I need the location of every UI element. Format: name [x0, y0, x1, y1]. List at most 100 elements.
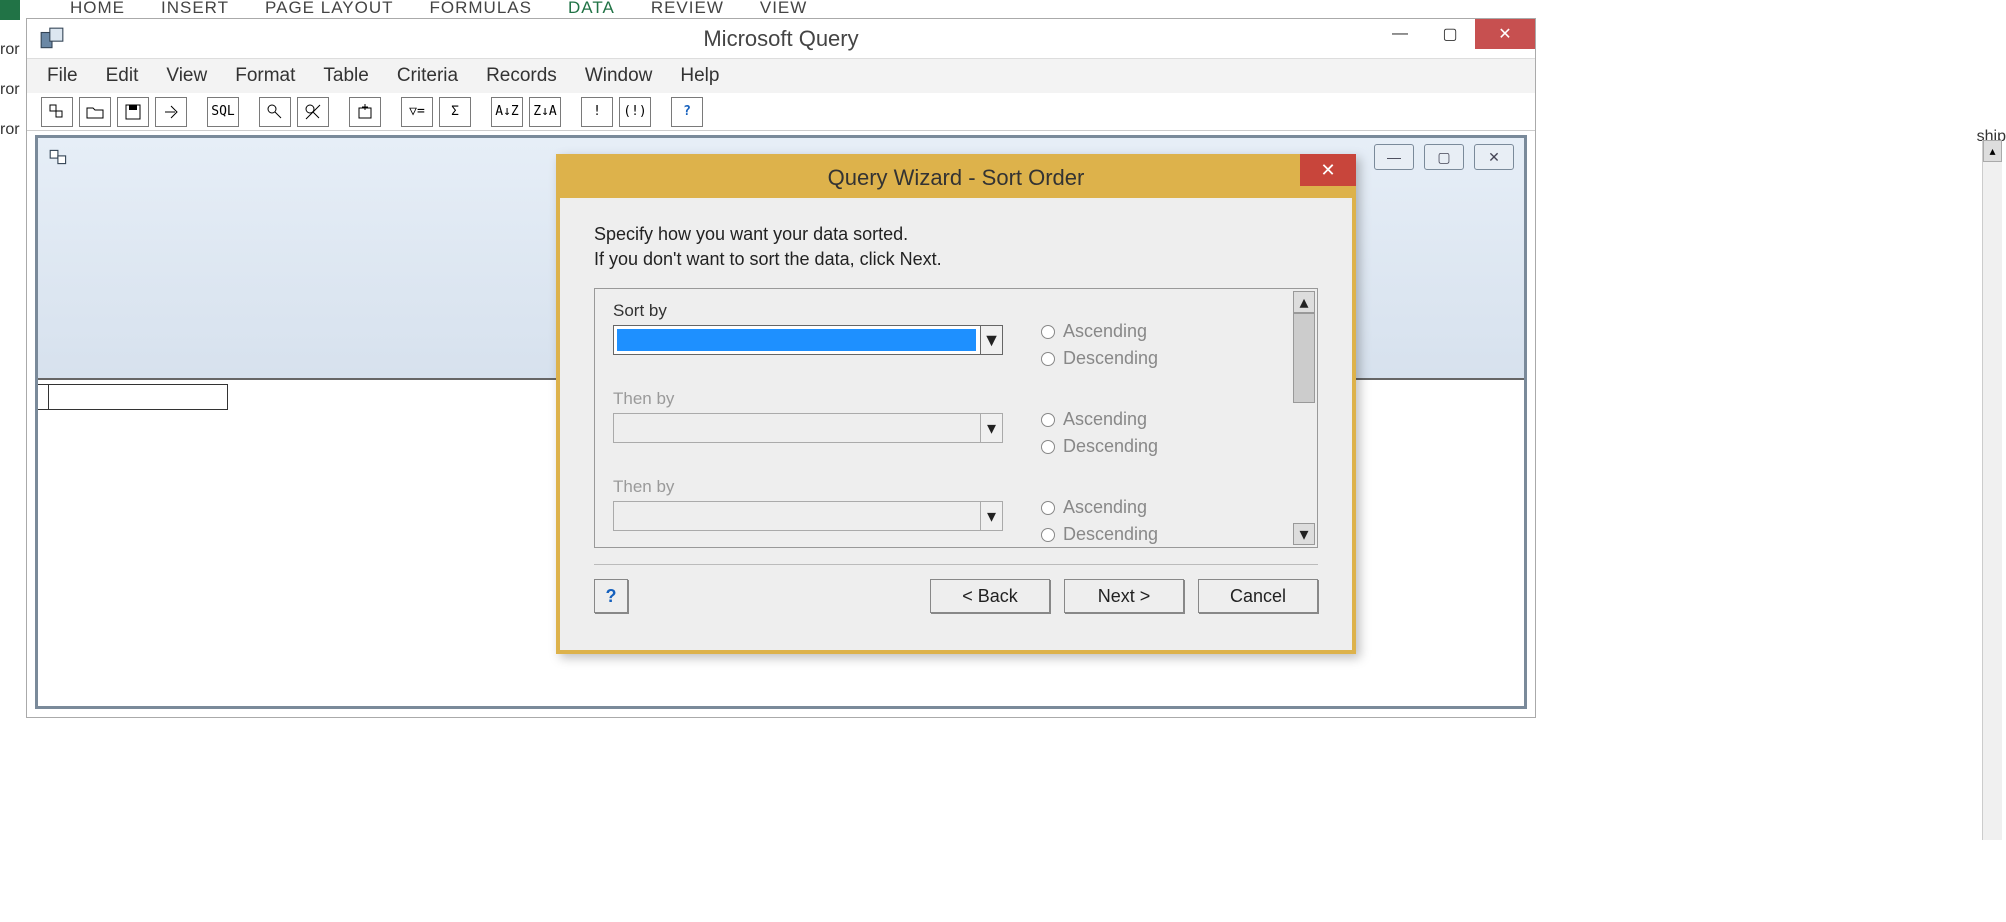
menu-criteria[interactable]: Criteria: [397, 65, 458, 87]
show-tables-icon[interactable]: [259, 97, 291, 127]
radio-label: Descending: [1063, 524, 1158, 545]
toolbar-separator: [335, 97, 343, 127]
return-data-icon[interactable]: [155, 97, 187, 127]
wizard-separator: [594, 564, 1318, 565]
sort2-ascending-radio: Ascending: [1041, 409, 1158, 430]
wizard-instruction-1: Specify how you want your data sorted.: [594, 224, 1318, 245]
then-by-label: Then by: [613, 389, 1013, 409]
edge-text: ror: [0, 70, 20, 110]
scroll-up-arrow-icon[interactable]: ▴: [1293, 291, 1315, 313]
sort-by-value: [617, 329, 976, 351]
excel-ribbon-tabs: HOME INSERT PAGE LAYOUT FORMULAS DATA RE…: [0, 0, 807, 18]
sort2-descending-radio: Descending: [1041, 436, 1158, 457]
ribbon-tab-review[interactable]: REVIEW: [651, 0, 724, 18]
criteria-equals-icon[interactable]: ▽=: [401, 97, 433, 127]
next-button[interactable]: Next >: [1064, 579, 1184, 613]
sort-descending-icon[interactable]: Z↓A: [529, 97, 561, 127]
close-button[interactable]: ✕: [1475, 19, 1535, 49]
sort-row-2: Then by ▾ Ascending Descending: [613, 389, 1287, 457]
toolbar-separator: [477, 97, 485, 127]
ribbon-tab-page-layout[interactable]: PAGE LAYOUT: [265, 0, 393, 18]
page-vertical-scrollbar[interactable]: ▴: [1982, 140, 2002, 840]
ribbon-tab-home[interactable]: HOME: [70, 0, 125, 18]
mdi-restore-button[interactable]: ▢: [1424, 144, 1464, 170]
sort-by-combo[interactable]: ▼: [613, 325, 1003, 355]
sort3-ascending-radio: Ascending: [1041, 497, 1158, 518]
ribbon-tab-formulas[interactable]: FORMULAS: [430, 0, 532, 18]
mdi-minimize-button[interactable]: —: [1374, 144, 1414, 170]
wizard-body: Specify how you want your data sorted. I…: [560, 198, 1352, 629]
query-wizard-dialog: Query Wizard - Sort Order ✕ Specify how …: [556, 154, 1356, 654]
msquery-title: Microsoft Query: [27, 26, 1535, 52]
sort1-ascending-radio[interactable]: Ascending: [1041, 321, 1158, 342]
data-cell[interactable]: [48, 384, 228, 410]
toolbar-separator: [387, 97, 395, 127]
sql-view-icon[interactable]: SQL: [207, 97, 239, 127]
menu-help[interactable]: Help: [680, 65, 719, 87]
back-button[interactable]: < Back: [930, 579, 1050, 613]
msquery-titlebar[interactable]: Microsoft Query — ▢ ✕: [27, 19, 1535, 59]
sort-ascending-icon[interactable]: A↓Z: [491, 97, 523, 127]
menu-table[interactable]: Table: [323, 65, 368, 87]
menu-window[interactable]: Window: [585, 65, 653, 87]
menu-file[interactable]: File: [47, 65, 78, 87]
mdi-close-button[interactable]: ✕: [1474, 144, 1514, 170]
minimize-button[interactable]: —: [1375, 19, 1425, 49]
add-table-icon[interactable]: [349, 97, 381, 127]
maximize-button[interactable]: ▢: [1425, 19, 1475, 49]
scroll-down-arrow-icon[interactable]: ▾: [1293, 523, 1315, 545]
then-by-2-combo: ▾: [613, 501, 1003, 531]
save-icon[interactable]: [117, 97, 149, 127]
wizard-titlebar[interactable]: Query Wizard - Sort Order ✕: [560, 158, 1352, 198]
then-by-1-combo: ▾: [613, 413, 1003, 443]
sort3-descending-radio: Descending: [1041, 524, 1158, 545]
sort-list-scrollbar[interactable]: ▴ ▾: [1293, 291, 1315, 545]
mdi-child-icon: [48, 146, 70, 168]
menu-format[interactable]: Format: [235, 65, 295, 87]
radio-label: Descending: [1063, 436, 1158, 457]
cancel-button[interactable]: Cancel: [1198, 579, 1318, 613]
radio-label: Ascending: [1063, 409, 1147, 430]
page-scroll-up-icon[interactable]: ▴: [1983, 140, 2002, 162]
wizard-help-button[interactable]: ?: [594, 579, 628, 613]
then-by-2-value: [617, 505, 976, 527]
dropdown-arrow-icon: ▾: [980, 414, 1002, 442]
edge-text: ror: [0, 110, 20, 150]
then-by-1-value: [617, 417, 976, 439]
new-query-icon[interactable]: [41, 97, 73, 127]
sort-order-group: Sort by ▼ Ascending Descending Then by: [594, 288, 1318, 548]
mdi-child-window-buttons: — ▢ ✕: [1374, 144, 1514, 170]
ribbon-tab-insert[interactable]: INSERT: [161, 0, 229, 18]
totals-sigma-icon[interactable]: Σ: [439, 97, 471, 127]
menu-view[interactable]: View: [166, 65, 207, 87]
wizard-close-button[interactable]: ✕: [1300, 154, 1356, 186]
radio-label: Ascending: [1063, 321, 1147, 342]
edge-text: ror: [0, 30, 20, 70]
sort-by-label: Sort by: [613, 301, 1013, 321]
scroll-thumb[interactable]: [1293, 313, 1315, 403]
query-now-icon[interactable]: !: [581, 97, 613, 127]
auto-query-icon[interactable]: (!): [619, 97, 651, 127]
dropdown-arrow-icon: ▾: [980, 502, 1002, 530]
ribbon-tab-view[interactable]: VIEW: [760, 0, 807, 18]
dropdown-arrow-icon[interactable]: ▼: [980, 326, 1002, 354]
toolbar-separator: [245, 97, 253, 127]
menu-records[interactable]: Records: [486, 65, 557, 87]
wizard-instruction-2: If you don't want to sort the data, clic…: [594, 249, 1318, 270]
wizard-button-row: ? < Back Next > Cancel: [594, 579, 1318, 613]
msquery-menu-bar: File Edit View Format Table Criteria Rec…: [27, 59, 1535, 93]
sort1-descending-radio[interactable]: Descending: [1041, 348, 1158, 369]
msquery-toolbar: SQL ▽= Σ A↓Z Z↓A ! (!) ?: [27, 93, 1535, 131]
msquery-window-buttons: — ▢ ✕: [1375, 19, 1535, 49]
hide-tables-icon[interactable]: [297, 97, 329, 127]
sort-row-1: Sort by ▼ Ascending Descending: [613, 301, 1287, 369]
toolbar-separator: [657, 97, 665, 127]
ribbon-tab-data[interactable]: DATA: [568, 0, 615, 18]
then-by-label: Then by: [613, 477, 1013, 497]
left-edge-fragments: ror ror ror: [0, 30, 20, 150]
help-icon[interactable]: ?: [671, 97, 703, 127]
sort-row-3: Then by ▾ Ascending Descending: [613, 477, 1287, 545]
toolbar-separator: [193, 97, 201, 127]
open-icon[interactable]: [79, 97, 111, 127]
menu-edit[interactable]: Edit: [106, 65, 139, 87]
